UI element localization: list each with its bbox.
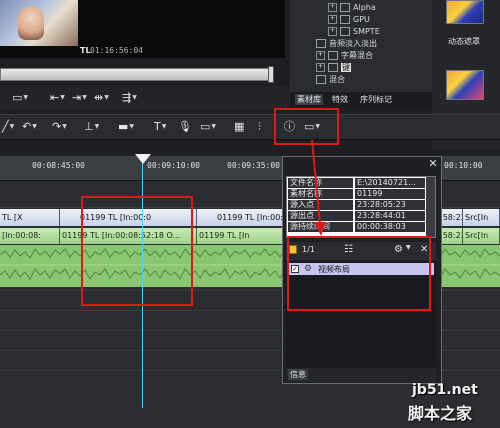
info-value: E:\20140721... bbox=[355, 178, 425, 188]
trim-icon[interactable]: ╱▼ bbox=[2, 120, 14, 134]
ruler-tick-label: 00:10:00 bbox=[444, 161, 483, 170]
expand-icon[interactable]: + bbox=[316, 51, 325, 60]
highlight-box-info bbox=[287, 236, 431, 311]
preview-frame-image bbox=[0, 0, 78, 46]
effects-tree-panel: + Alpha + GPU + SMPTE 音频淡入淡出 + 字幕混合 + 键 混合 bbox=[290, 0, 432, 92]
clip-label: Src[In bbox=[465, 231, 489, 240]
panel-tabs: 素材库 特效 序列标记 bbox=[290, 92, 432, 106]
clip-label: TL [X bbox=[2, 213, 23, 222]
grid-icon[interactable]: ▦ bbox=[234, 120, 244, 134]
audio-clip[interactable]: Src[In bbox=[463, 228, 500, 244]
folder-icon bbox=[316, 39, 326, 48]
microphone-icon[interactable]: 🎙 bbox=[178, 120, 192, 134]
thumb-caption: 动态遮罩 bbox=[448, 37, 480, 46]
folder-icon bbox=[328, 63, 338, 72]
title-icon[interactable]: T▼ bbox=[154, 120, 166, 134]
tree-item-alpha[interactable]: + Alpha bbox=[328, 2, 376, 13]
video-clip[interactable]: Src[In bbox=[463, 209, 500, 226]
tree-item-label: SMPTE bbox=[353, 27, 380, 36]
tree-item-blend[interactable]: 混合 bbox=[316, 74, 345, 85]
highlight-box-clip bbox=[81, 196, 193, 306]
clip-label: 01199 TL [In bbox=[199, 231, 250, 240]
expand-icon[interactable]: + bbox=[328, 3, 337, 12]
tree-item-audio-fade[interactable]: 音频淡入淡出 bbox=[316, 38, 377, 49]
tree-item-label: 字幕混合 bbox=[341, 51, 373, 60]
snap-icon[interactable]: ⊥▼ bbox=[84, 120, 99, 134]
info-value: 23:28:05:23 bbox=[355, 200, 425, 210]
folder-icon bbox=[340, 15, 350, 24]
timeline-toolbar: ╱▼ ↶▼ ↷▼ ⊥▼ ▬▼ T▼ 🎙 ▭▼ ▦ ⫶ ⓘ ▭▼ bbox=[0, 114, 500, 140]
info-value: 01199 bbox=[355, 189, 425, 199]
watermark-name: 脚本之家 bbox=[408, 404, 473, 423]
audio-clip[interactable]: 01199 TL [In bbox=[197, 228, 285, 244]
video-clip[interactable]: TL [X bbox=[0, 209, 60, 226]
playhead-handle[interactable] bbox=[135, 154, 151, 164]
info-scrollbar[interactable] bbox=[426, 177, 435, 237]
mixer-icon[interactable]: ⫶ bbox=[258, 120, 261, 134]
preview-timecode: 01:16:56:04 bbox=[90, 46, 143, 55]
expand-icon[interactable]: + bbox=[328, 15, 337, 24]
ruler-tick-label: 00:08:45:00 bbox=[32, 161, 85, 170]
ruler-tick-label: 00:09:35:00 bbox=[227, 161, 280, 170]
close-icon[interactable]: ✕ bbox=[427, 158, 439, 170]
folder-icon bbox=[340, 3, 350, 12]
thumb-effect-2[interactable] bbox=[446, 70, 484, 100]
tree-item-label: 音频淡入淡出 bbox=[329, 39, 377, 48]
folder-icon bbox=[340, 27, 350, 36]
ruler-tick-label: 00:09:10:00 bbox=[147, 161, 200, 170]
clip-label: Src[In bbox=[465, 213, 489, 222]
tree-item-key[interactable]: + 键 bbox=[316, 62, 351, 73]
folder-icon bbox=[316, 75, 326, 84]
tab-library[interactable]: 素材库 bbox=[295, 94, 323, 105]
scrub-handle[interactable] bbox=[268, 66, 274, 83]
folder-icon bbox=[328, 51, 338, 60]
layout-icon[interactable]: ▬▼ bbox=[118, 120, 134, 134]
undo-icon[interactable]: ↶▼ bbox=[22, 120, 37, 134]
audio-clip[interactable]: [In:00:08: bbox=[0, 228, 60, 244]
tree-item-title-mix[interactable]: + 字幕混合 bbox=[316, 50, 373, 61]
mark-out-icon[interactable]: ⇥▼ bbox=[72, 91, 87, 105]
info-value: 00:00:38:03 bbox=[355, 222, 425, 232]
tab-info[interactable]: 信息 bbox=[288, 369, 308, 380]
expand-icon[interactable]: + bbox=[316, 63, 325, 72]
split-icon[interactable]: ⇹▼ bbox=[94, 91, 109, 105]
thumb-effect-1[interactable] bbox=[446, 0, 484, 24]
tree-item-label: GPU bbox=[353, 15, 370, 24]
tab-sequence-markers[interactable]: 序列标记 bbox=[358, 94, 394, 105]
tree-item-label: Alpha bbox=[353, 3, 376, 12]
expand-icon[interactable]: + bbox=[328, 27, 337, 36]
mark-in-icon[interactable]: ⇤▼ bbox=[50, 91, 65, 105]
info-footer: 信息 bbox=[286, 368, 436, 382]
transition-icon[interactable]: ▭▼ bbox=[200, 120, 216, 134]
sequence-icon[interactable]: ⇶▼ bbox=[122, 91, 137, 105]
clip-label: :58:23] bbox=[440, 231, 462, 240]
transport-toolbar: ▭▼ ⇤▼ ⇥▼ ⇹▼ ⇶▼ bbox=[0, 86, 290, 110]
tree-item-label: 键 bbox=[341, 63, 351, 72]
preview-track-label: TL bbox=[80, 46, 91, 55]
clip-label: :58:23] bbox=[440, 213, 462, 222]
clip-label: [In:00:08: bbox=[2, 231, 41, 240]
arrow-annotation bbox=[311, 139, 326, 236]
info-value: 23:28:44:01 bbox=[355, 211, 425, 221]
redo-icon[interactable]: ↷▼ bbox=[52, 120, 67, 134]
clip-label: 01199 TL [In:00:0 bbox=[217, 213, 285, 222]
tree-item-gpu[interactable]: + GPU bbox=[328, 14, 370, 25]
tree-item-label: 混合 bbox=[329, 75, 345, 84]
preview-scrub-bar[interactable] bbox=[0, 68, 272, 81]
tab-effects[interactable]: 特效 bbox=[330, 94, 350, 105]
monitor-icon[interactable]: ▭▼ bbox=[12, 91, 28, 105]
tree-item-smpte[interactable]: + SMPTE bbox=[328, 26, 380, 37]
watermark-site: jb51.net bbox=[412, 382, 478, 398]
video-clip[interactable]: 01199 TL [In:00:0 bbox=[197, 209, 285, 226]
